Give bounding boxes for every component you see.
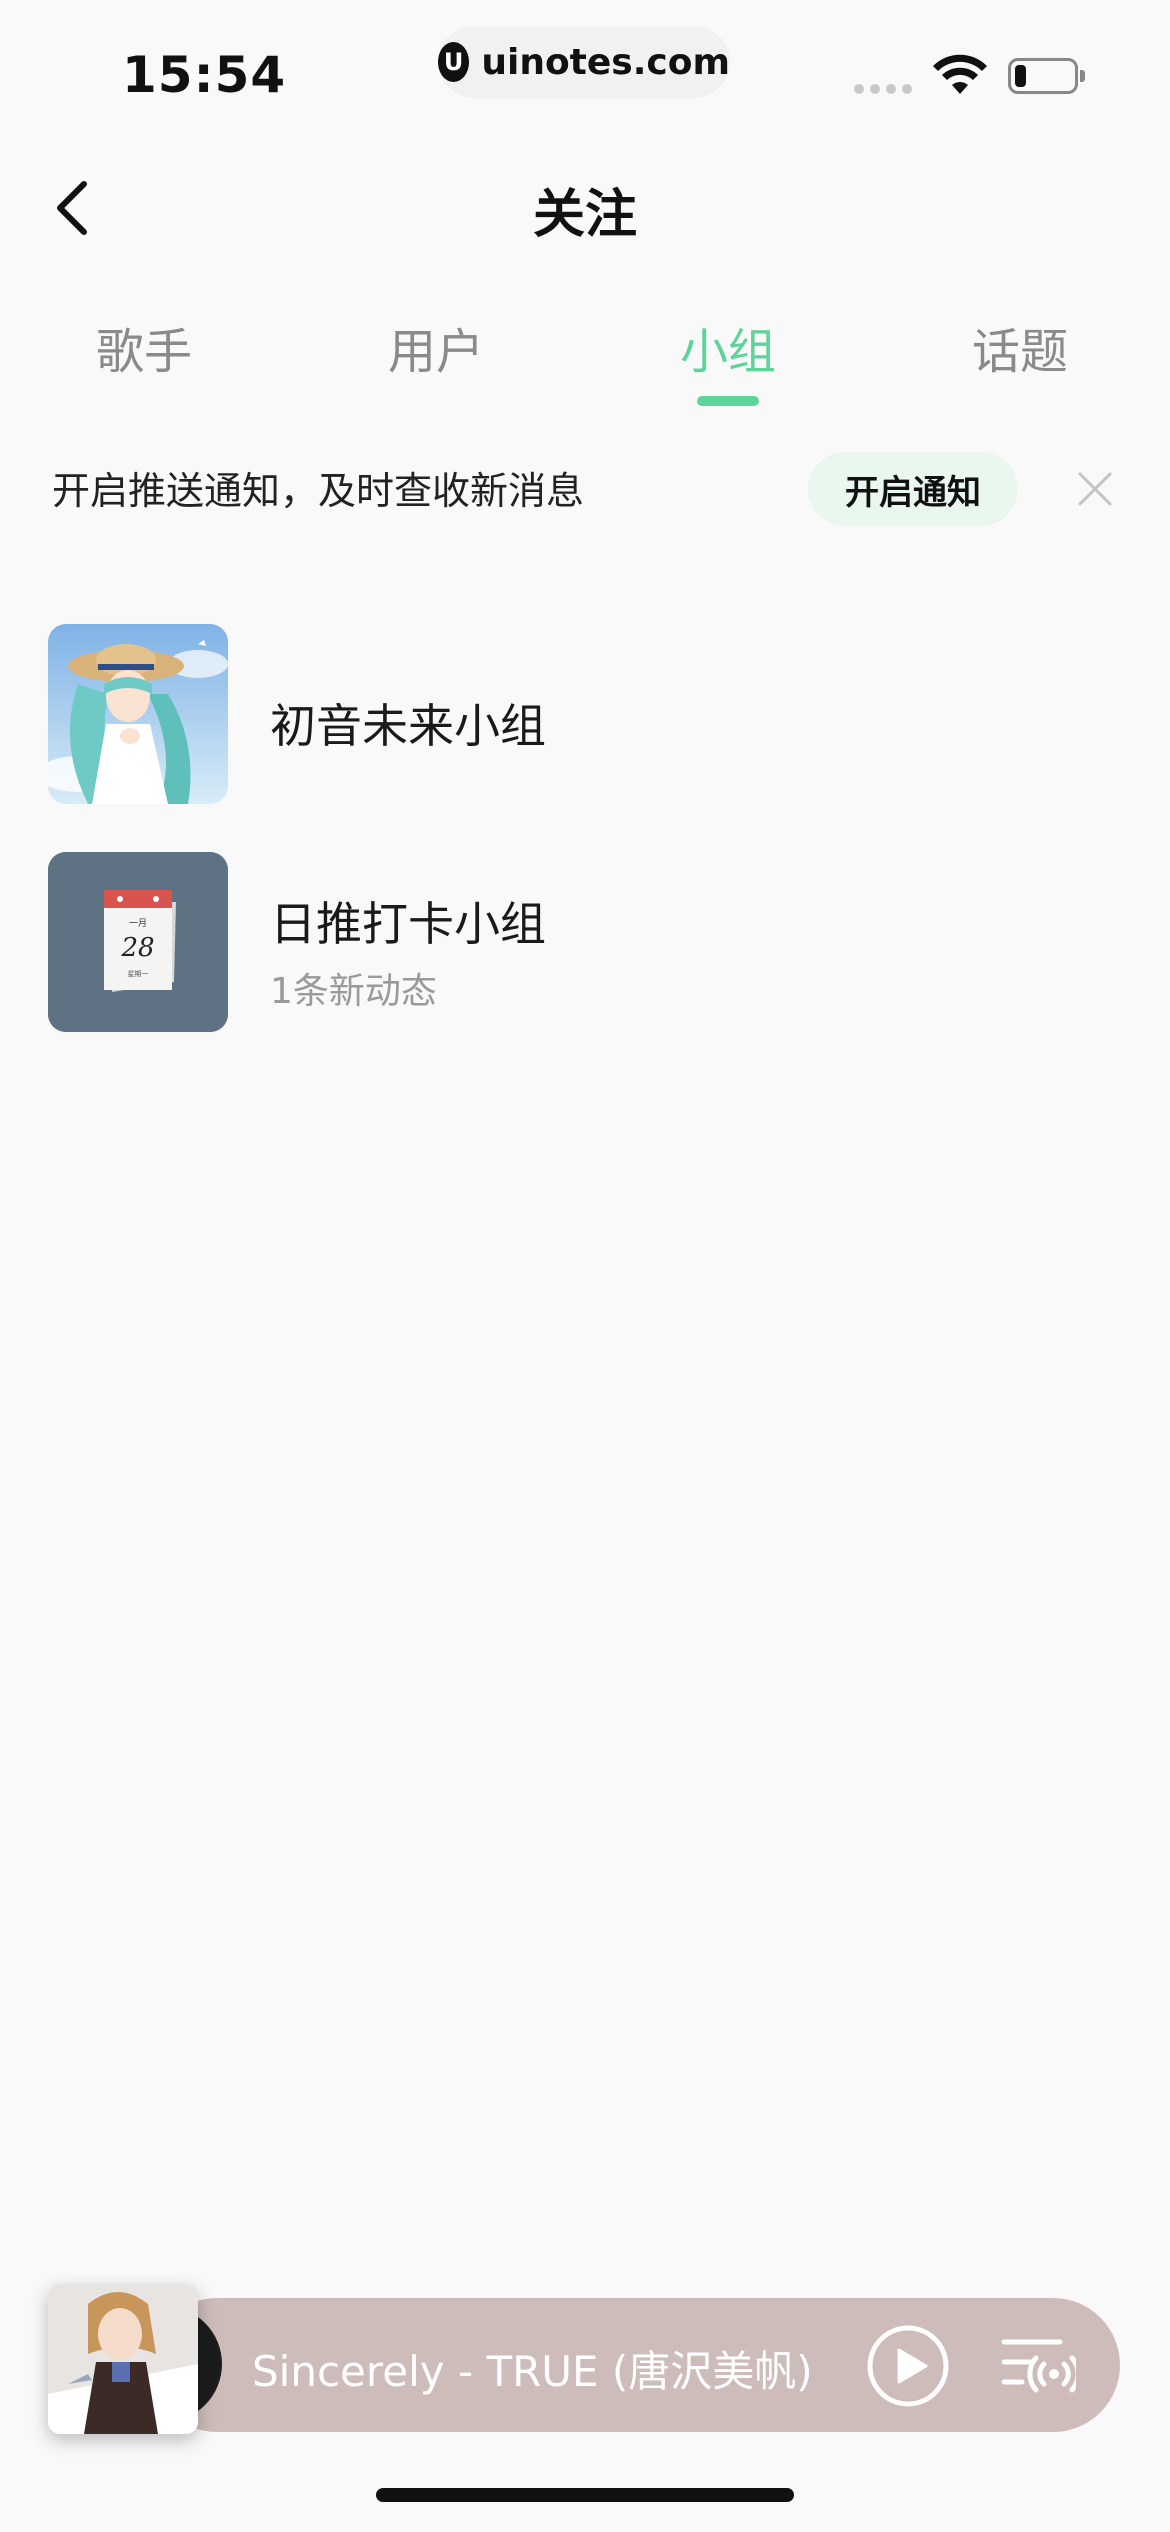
tab-users[interactable]: 用户 [336,312,536,382]
playlist-button[interactable] [1000,2330,1076,2402]
status-time: 15:54 [122,46,287,104]
play-button[interactable] [866,2324,950,2408]
tab-singers[interactable]: 歌手 [44,312,244,382]
battery-icon [1008,58,1085,94]
calendar-day: 28 [120,933,154,963]
close-icon [1078,472,1112,506]
album-art[interactable] [48,2284,198,2434]
group-avatar-miku [48,624,228,804]
group-item-miku[interactable]: 初音未来小组 [48,624,1122,804]
tab-bar: 歌手 用户 小组 话题 [0,300,1170,410]
battery-level [1015,65,1026,87]
status-bar: 15:54 U uinotes.com [0,0,1170,140]
tab-groups[interactable]: 小组 [628,312,828,382]
playlist-radio-icon [1001,2339,1076,2393]
group-name: 初音未来小组 [270,699,546,753]
url-text: uinotes.com [481,41,730,83]
push-notice-text: 开启推送通知，及时查收新消息 [52,469,585,513]
enable-notification-button[interactable]: 开启通知 [808,452,1018,526]
now-playing-title: Sincerely - TRUE (唐沢美帆) [252,2347,813,2396]
calendar-icon: 一月 28 星期一 [48,852,228,1032]
anime-girl-illustration-icon [48,624,228,804]
group-avatar-calendar: 一月 28 星期一 [48,852,228,1032]
active-tab-indicator [697,396,759,406]
calendar-weekday: 星期一 [128,970,149,978]
tab-topics[interactable]: 话题 [920,312,1120,382]
group-item-daily-checkin[interactable]: 一月 28 星期一 日推打卡小组 1条新动态 [48,852,1122,1032]
group-update-count: 1条新动态 [270,971,437,1012]
wifi-icon [933,54,987,94]
home-indicator [376,2488,794,2502]
notice-close-button[interactable] [1074,468,1116,510]
group-name: 日推打卡小组 [270,897,546,951]
play-icon [867,2325,949,2407]
cellular-signal-icon [854,84,912,94]
page-title: 关注 [532,185,637,245]
calendar-month: 一月 [129,918,147,929]
uinotes-logo-icon: U [438,42,470,82]
url-pill[interactable]: U uinotes.com [438,26,730,98]
album-cover-illustration-icon [48,2284,198,2434]
